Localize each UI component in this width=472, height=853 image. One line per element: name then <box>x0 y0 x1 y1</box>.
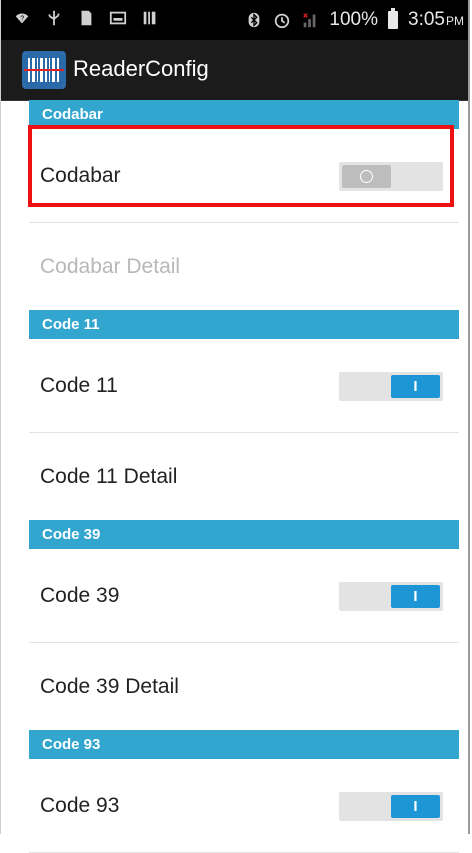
toggle-label: Codabar <box>40 164 121 187</box>
battery-percent: 100% <box>329 9 379 30</box>
status-bar: ? 100% 3:05PM <box>1 0 468 40</box>
detail-label: Code 39 Detail <box>40 675 179 698</box>
toggle-knob: I <box>391 795 440 818</box>
toggle-knob: I <box>391 375 440 398</box>
clock-ampm: PM <box>446 14 464 28</box>
category-header-code93: Code 93 <box>29 730 459 759</box>
code39-toggle-switch[interactable]: I <box>339 582 443 611</box>
alarm-icon <box>275 13 290 29</box>
bluetooth-icon <box>249 12 260 28</box>
detail-label: Codabar Detail <box>40 255 181 278</box>
barcode-scanner-icon <box>24 53 64 87</box>
toggle-row-code93[interactable]: Code 93 I <box>29 759 459 853</box>
codabar-toggle-switch[interactable] <box>339 162 443 191</box>
toggle-label: Code 11 <box>40 374 118 397</box>
settings-list: Codabar Codabar Codabar Detail Code 11 C… <box>1 100 468 853</box>
toggle-label: Code 93 <box>40 794 120 817</box>
battery-icon <box>388 8 399 29</box>
usb-icon <box>48 10 60 26</box>
clock-time: 3:05 <box>408 9 445 30</box>
image-icon <box>109 11 127 25</box>
toggle-knob: I <box>391 585 440 608</box>
phone-screen: ? 100% 3:05PM ReaderConfig Codabar Codab… <box>0 0 470 853</box>
toggle-knob <box>342 165 391 188</box>
code93-toggle-switch[interactable]: I <box>339 792 443 821</box>
detail-row-code39[interactable]: Code 39 Detail <box>29 643 459 730</box>
status-right-icons: 100% 3:05PM <box>245 8 464 31</box>
clock: 3:05PM <box>408 9 464 31</box>
category-header-codabar: Codabar <box>29 100 459 129</box>
sdcard-icon <box>81 10 92 26</box>
category-header-code39: Code 39 <box>29 520 459 549</box>
toggle-label: Code 39 <box>40 584 120 607</box>
toggle-row-code39[interactable]: Code 39 I <box>29 549 459 643</box>
category-header-code11: Code 11 <box>29 310 459 339</box>
action-bar <box>1 40 468 101</box>
detail-row-codabar: Codabar Detail <box>29 223 459 310</box>
wifi-icon: ? <box>15 13 29 24</box>
toggle-row-codabar[interactable]: Codabar <box>29 129 459 223</box>
toggle-off-glyph <box>360 170 373 183</box>
code11-toggle-switch[interactable]: I <box>339 372 443 401</box>
detail-label: Code 11 Detail <box>40 465 178 488</box>
barcode-app-icon[interactable] <box>22 51 66 89</box>
detail-row-code11[interactable]: Code 11 Detail <box>29 433 459 520</box>
app-title: ReaderConfig <box>73 56 209 81</box>
signal-icon <box>303 13 316 28</box>
toggle-row-code11[interactable]: Code 11 I <box>29 339 459 433</box>
barcode-icon <box>143 11 156 25</box>
status-left-icons: ? <box>13 8 159 28</box>
svg-text:?: ? <box>20 14 24 23</box>
